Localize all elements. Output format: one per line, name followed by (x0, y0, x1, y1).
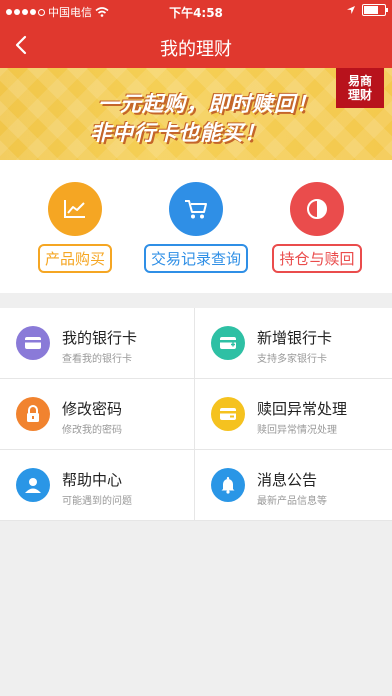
cart-icon (169, 182, 223, 236)
status-right (346, 4, 388, 16)
product-purchase-label: 产品购买 (37, 244, 112, 273)
page-title: 我的理财 (160, 39, 232, 60)
holdings-redeem-button[interactable]: 持仓与赎回 (262, 182, 372, 282)
chart-icon (48, 182, 102, 236)
banner-line-2: 非中行卡也能买！ (90, 121, 266, 145)
status-bar: 中国电信 下午4:58 (0, 0, 392, 22)
pie-chart-icon (290, 182, 344, 236)
nav-bar: 我的理财 (0, 22, 392, 68)
status-time: 下午4:58 (169, 6, 223, 20)
transaction-query-button[interactable]: 交易记录查询 (141, 182, 251, 282)
transaction-query-label: 交易记录查询 (143, 244, 248, 273)
promo-banner[interactable]: 一元起购，即时赎回！ 非中行卡也能买！ 易商 理财 (0, 68, 392, 160)
holdings-redeem-label: 持仓与赎回 (272, 244, 362, 273)
battery-icon (362, 4, 388, 16)
grid-spacer (0, 308, 392, 521)
menu-grid: 我的银行卡 查看我的银行卡 新增银行卡 支持多家银行卡 修改密码 修改我的密码 … (0, 308, 392, 521)
quick-actions: 产品购买 交易记录查询 持仓与赎回 (0, 160, 392, 293)
location-icon (347, 6, 355, 14)
banner-line-1: 一元起购，即时赎回！ (98, 92, 318, 116)
product-purchase-button[interactable]: 产品购买 (20, 182, 130, 282)
brand-logo: 易商 理财 (336, 68, 384, 108)
